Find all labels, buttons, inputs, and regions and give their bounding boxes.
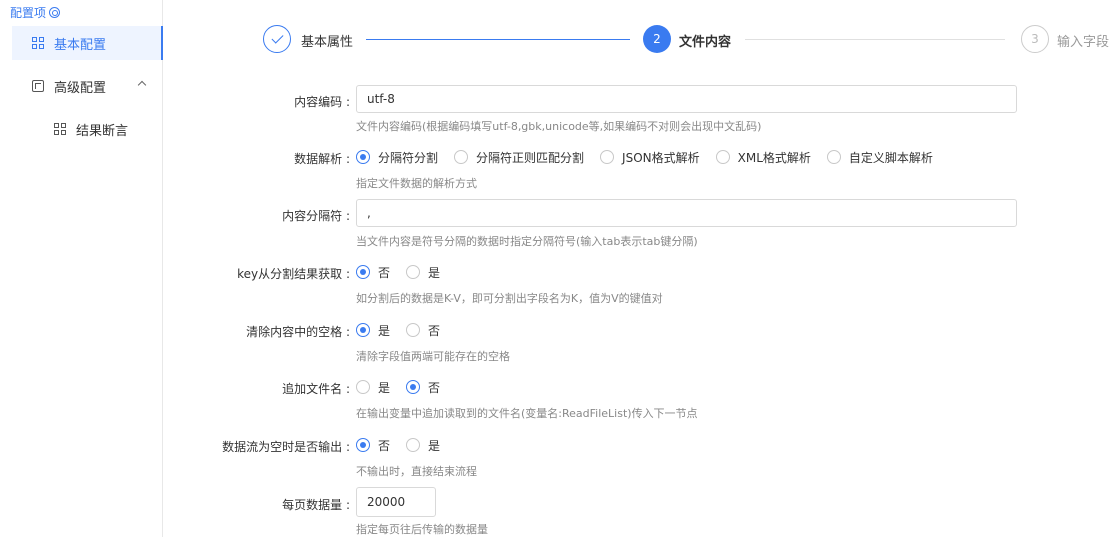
radio-icon [826,150,841,164]
step-1-title[interactable]: 基本属性 [301,31,353,50]
cube-icon [32,80,44,92]
output-empty-option-no[interactable]: 否 [356,437,390,454]
key-from-split-option-yes[interactable]: 是 [406,264,440,281]
radio-label: 分隔符分割 [378,150,439,165]
delimiter-help: 当文件内容是符号分隔的数据时指定分隔符号(输入tab表示tab键分隔) [356,235,698,248]
radio-label: 是 [428,438,441,453]
radio-icon [406,265,421,279]
step-connector-todo [745,39,1005,40]
sidebar-item-result-assertion[interactable]: 结果断言 [34,112,163,146]
sidebar-item-advanced-config[interactable]: 高级配置 [12,69,163,103]
encoding-label: 内容编码 : [294,95,350,109]
radio-icon [600,150,615,164]
sidebar-item-label: 结果断言 [76,123,129,139]
radio-icon [356,150,370,164]
radio-icon [406,323,421,337]
append-filename-help: 在输出变量中追加读取到的文件名(变量名:ReadFileList)传入下一节点 [356,407,698,420]
encoding-value: utf-8 [367,92,395,106]
radio-icon [356,380,370,394]
trim-spaces-radio-group: 是 否 [356,322,456,338]
key-from-split-option-no[interactable]: 否 [356,264,390,281]
radio-label: XML格式解析 [737,150,811,165]
key-from-split-radio-group: 否 是 [356,264,456,280]
chevron-up-icon[interactable] [137,80,147,90]
trim-spaces-label: 清除内容中的空格 : [246,325,350,339]
output-empty-radio-group: 否 是 [356,437,456,453]
encoding-help: 文件内容编码(根据编码填写utf-8,gbk,unicode等,如果编码不对则会… [356,120,762,133]
radio-icon [356,438,370,452]
output-empty-label: 数据流为空时是否输出 : [222,440,350,454]
parse-radio-group: 分隔符分割 分隔符正则匹配分割 JSON格式解析 XML格式解析 自定义脚本解析 [356,149,949,165]
parse-option-script[interactable]: 自定义脚本解析 [826,149,933,166]
steps-progress: 基本属性 2 文件内容 3 输入字段 [263,25,1113,55]
trim-spaces-option-no[interactable]: 否 [406,322,440,339]
delimiter-input[interactable]: , [356,199,1017,227]
append-filename-option-yes[interactable]: 是 [356,379,390,396]
radio-label: 否 [428,323,441,338]
append-filename-radio-group: 是 否 [356,379,456,395]
radio-label: JSON格式解析 [622,150,700,165]
key-from-split-help: 如分割后的数据是K-V，即可分割出字段名为K，值为V的键值对 [356,292,663,305]
page-size-value: 20000 [367,495,406,509]
radio-icon [406,438,421,452]
step-connector-done [366,39,630,40]
output-empty-option-yes[interactable]: 是 [406,437,440,454]
radio-label: 是 [378,380,391,395]
key-from-split-label: key从分割结果获取 : [237,267,350,281]
parse-option-delimiter[interactable]: 分隔符分割 [356,149,438,166]
trim-spaces-option-yes[interactable]: 是 [356,322,390,339]
page-size-label: 每页数据量 : [282,498,350,512]
radio-label: 自定义脚本解析 [848,150,933,165]
radio-label: 否 [428,380,441,395]
parse-option-regex[interactable]: 分隔符正则匹配分割 [454,149,584,166]
sidebar: 配置项 基本配置 高级配置 结果断言 [0,0,163,537]
radio-icon [356,265,370,279]
radio-label: 否 [378,438,391,453]
step-3-title[interactable]: 输入字段 [1057,31,1109,50]
radio-label: 分隔符正则匹配分割 [476,150,585,165]
page-size-input[interactable]: 20000 [356,487,436,517]
radio-icon [356,323,370,337]
trim-spaces-help: 清除字段值两端可能存在的空格 [356,350,510,363]
step-1-check-icon[interactable] [263,25,291,53]
parse-help: 指定文件数据的解析方式 [356,177,477,190]
grid-icon [32,37,44,49]
radio-label: 是 [428,265,441,280]
radio-label: 否 [378,265,391,280]
delimiter-value: , [367,206,371,220]
append-filename-option-no[interactable]: 否 [406,379,440,396]
radio-icon [406,380,421,394]
sidebar-header-label: 配置项 [10,6,47,20]
encoding-input[interactable]: utf-8 [356,85,1017,113]
output-empty-help: 不输出时，直接结束流程 [356,465,477,478]
radio-icon [715,150,730,164]
settings-icon[interactable] [49,7,61,18]
radio-icon [454,150,469,164]
radio-label: 是 [378,323,391,338]
step-2-title[interactable]: 文件内容 [679,31,731,50]
step-3-number[interactable]: 3 [1021,25,1049,53]
sidebar-item-label: 基本配置 [54,37,107,53]
append-filename-label: 追加文件名 : [282,382,350,396]
sidebar-header[interactable]: 配置项 [10,4,61,21]
step-2-number[interactable]: 2 [643,25,671,53]
page-size-help: 指定每页往后传输的数据量 [356,523,488,536]
parse-option-xml[interactable]: XML格式解析 [715,149,811,166]
parse-option-json[interactable]: JSON格式解析 [600,149,700,166]
delimiter-label: 内容分隔符 : [282,209,350,223]
sidebar-item-label: 高级配置 [54,80,107,96]
parse-label: 数据解析 : [294,152,350,166]
grid-icon [54,123,66,135]
sidebar-item-basic-config[interactable]: 基本配置 [12,26,163,60]
